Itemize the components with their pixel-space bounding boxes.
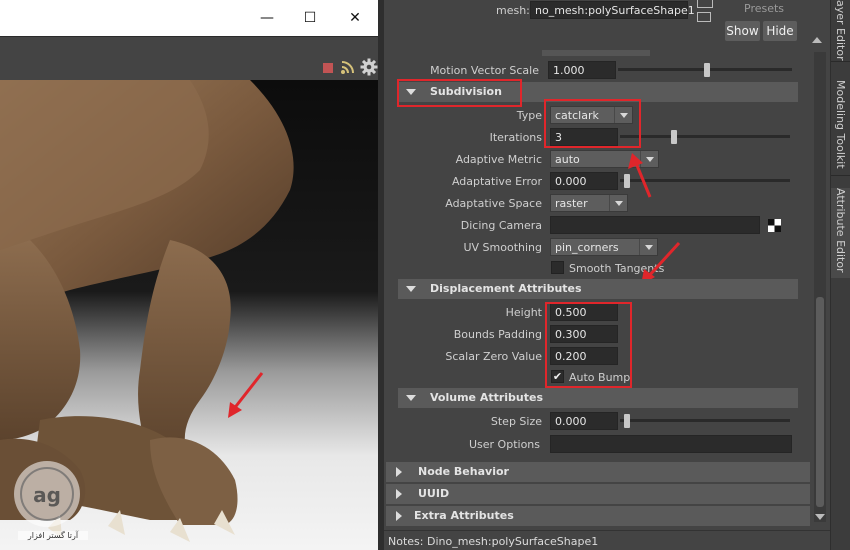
user-options-label: User Options [468, 438, 540, 451]
smooth-tangents-checkbox[interactable] [551, 261, 564, 274]
scroll-down-icon[interactable] [815, 514, 825, 520]
render-view-window: — ☐ ✕ ag آرتا گستر افزار [0, 0, 380, 550]
step-size-label: Step Size [490, 415, 542, 428]
close-icon[interactable]: ✕ [345, 8, 365, 28]
notes-text: Notes: Dino_mesh:polySurfaceShape1 [388, 535, 599, 548]
height-label: Height [505, 306, 542, 319]
focus-icon[interactable] [697, 0, 713, 8]
render-canvas: ag [0, 80, 378, 550]
step-size-slider[interactable] [624, 414, 630, 428]
watermark-caption: آرتا گستر افزار [18, 531, 88, 540]
stop-icon[interactable] [323, 63, 333, 73]
adaptive-metric-label: Adaptive Metric [455, 153, 542, 166]
step-size-track[interactable] [620, 419, 790, 422]
uv-smoothing-value: pin_corners [555, 241, 619, 254]
displacement-title: Displacement Attributes [430, 282, 582, 295]
adaptive-space-value: raster [555, 197, 588, 210]
extra-attributes-title: Extra Attributes [414, 509, 514, 522]
checker-icon[interactable] [768, 219, 781, 232]
adaptive-space-dropdown[interactable]: raster [550, 194, 628, 212]
collapsed-arrow-icon [396, 467, 402, 477]
mesh-name-field[interactable]: no_mesh:polySurfaceShape1 [530, 1, 695, 19]
clipped-control [542, 50, 650, 56]
side-tab-strip: ayer Editor Modeling Toolkit Attribute E… [830, 0, 850, 550]
expand-arrow-icon [406, 286, 416, 292]
step-size-field[interactable]: 0.000 [550, 412, 618, 430]
tab-layer-editor-label: ayer Editor [834, 0, 847, 61]
maximize-icon[interactable]: ☐ [300, 8, 320, 28]
adaptive-space-label: Adaptative Space [445, 197, 542, 210]
node-behavior-section-header[interactable]: Node Behavior [386, 462, 810, 482]
window-titlebar: — ☐ ✕ [0, 0, 380, 36]
copy-tab-icon[interactable] [697, 12, 711, 22]
volume-title: Volume Attributes [430, 391, 544, 404]
notes-bar: Notes: Dino_mesh:polySurfaceShape1 [384, 530, 830, 550]
rss-icon[interactable] [340, 59, 356, 75]
mesh-label: mesh: [496, 4, 530, 17]
annotation-arrows [628, 153, 681, 285]
minimize-icon[interactable]: — [257, 8, 277, 28]
highlight-box-displacement [545, 302, 632, 388]
highlight-box-type-iterations [544, 99, 641, 148]
uuid-title: UUID [418, 487, 450, 500]
motion-vector-scale-field[interactable]: 1.000 [548, 61, 616, 79]
volume-section-header[interactable]: Volume Attributes [398, 388, 798, 408]
hide-button[interactable]: Hide [763, 21, 797, 41]
collapsed-arrow-icon [396, 511, 402, 521]
adaptive-metric-value: auto [555, 153, 580, 166]
collapsed-arrow-icon [396, 489, 402, 499]
extra-attributes-section-header[interactable]: Extra Attributes [386, 506, 810, 526]
user-options-field[interactable] [550, 435, 792, 453]
scrollbar-thumb[interactable] [816, 297, 824, 507]
show-button[interactable]: Show [725, 21, 760, 41]
motion-vector-scale-label: Motion Vector Scale [430, 64, 539, 77]
adaptive-error-field[interactable]: 0.000 [550, 172, 618, 190]
scroll-up-icon[interactable] [812, 37, 822, 43]
iterations-track[interactable] [620, 135, 790, 138]
expand-arrow-icon [406, 395, 416, 401]
tab-modeling-toolkit-label: Modeling Toolkit [834, 80, 847, 169]
type-label: Type [516, 109, 542, 122]
adaptive-error-label: Adaptative Error [451, 175, 542, 188]
node-behavior-title: Node Behavior [418, 465, 509, 478]
iterations-slider[interactable] [671, 130, 677, 144]
tab-attribute-editor-label: Attribute Editor [834, 188, 847, 273]
svg-text:ag: ag [33, 483, 61, 507]
tab-layer-editor[interactable]: ayer Editor [831, 0, 850, 62]
scalar-zero-value-label: Scalar Zero Value [445, 350, 542, 363]
motion-vector-scale-slider[interactable] [704, 63, 710, 77]
displacement-section-header[interactable]: Displacement Attributes [398, 279, 798, 299]
attribute-editor-scrollbar[interactable] [814, 52, 826, 522]
gear-icon[interactable] [360, 58, 378, 76]
attribute-editor-panel: mesh: no_mesh:polySurfaceShape1 Presets … [384, 0, 830, 550]
tab-modeling-toolkit[interactable]: Modeling Toolkit [831, 80, 850, 176]
dicing-camera-label: Dicing Camera [460, 219, 542, 232]
uuid-section-header[interactable]: UUID [386, 484, 810, 504]
highlight-box-subdivision [397, 79, 522, 107]
bounds-padding-label: Bounds Padding [453, 328, 542, 341]
tab-attribute-editor[interactable]: Attribute Editor [831, 188, 850, 278]
iterations-label: Iterations [489, 131, 542, 144]
uv-smoothing-label: UV Smoothing [463, 241, 542, 254]
presets-button[interactable]: Presets [744, 2, 784, 15]
render-toolbar [0, 36, 380, 80]
